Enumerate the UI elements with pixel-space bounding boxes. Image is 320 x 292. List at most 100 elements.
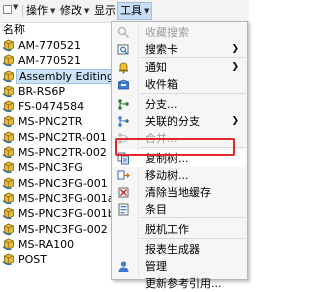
list-item[interactable]: AM-770521 — [0, 38, 124, 53]
toolbar: ▼ 操作▼ 修改▼ 显示▼ 工具▼ — [0, 0, 249, 23]
list-item[interactable]: MS-PNC3FG-001a — [0, 191, 124, 206]
list-item-name: MS-PNC3FG-001a — [18, 191, 115, 205]
list-item-name: MS-PNC2TR-001 — [18, 130, 107, 144]
menu-item-label: 搜索卡 — [145, 43, 178, 56]
list-item[interactable]: MS-PNC2TR-001 — [0, 130, 124, 145]
menu-item-label: 分支... — [145, 98, 178, 111]
menu-item-item-14[interactable]: 更新参考引用... — [114, 275, 245, 292]
list-item[interactable]: Assembly Editing — [0, 68, 124, 84]
menu-item-notification[interactable]: 通知 ❯ — [114, 59, 245, 76]
menu-item-branch[interactable]: 分支... — [114, 96, 245, 113]
list-item[interactable]: MS-PNC3FG — [0, 160, 124, 175]
menu-item-label: 收件箱 — [145, 78, 178, 91]
part-icon — [2, 115, 15, 128]
menu-display-label: 显示 — [94, 4, 116, 17]
menu-item-entry[interactable]: 条目 — [114, 201, 245, 218]
part-icon — [2, 54, 15, 67]
part-list: AM-770521 AM-770521 Assembly Editing BR-RS6… — [0, 38, 124, 267]
menu-separator — [141, 238, 245, 239]
menu-item-label: 通知 — [145, 61, 167, 74]
menu-item-admin[interactable]: 管理 — [114, 258, 245, 275]
menu-tools[interactable]: 工具 ▼ — [117, 2, 153, 20]
menu-item-search-card[interactable]: 搜索卡 ❯ — [114, 41, 245, 58]
part-icon — [2, 131, 15, 143]
part-icon — [2, 85, 15, 97]
menu-item-favorite-search: 收藏搜索 — [114, 24, 245, 41]
menu-item-label: 清除当地缓存 — [145, 186, 211, 199]
menu-item-label: 收藏搜索 — [145, 26, 189, 39]
list-item-name: MS-PNC2TR — [18, 115, 83, 129]
part-icon — [2, 192, 15, 205]
list-item-name: Assembly Editing — [16, 68, 117, 84]
list-item[interactable]: BR-RS6P — [0, 84, 124, 99]
list-item[interactable]: MS-PNC2TR-002 — [0, 145, 124, 160]
list-item[interactable]: MS-PNC2TR — [0, 114, 124, 129]
toolbar-divider — [22, 5, 23, 17]
list-item-name: MS-PNC3FG — [18, 161, 83, 175]
notification-icon — [119, 62, 128, 74]
list-item[interactable]: POST — [0, 252, 124, 267]
related-branch-icon — [118, 116, 129, 127]
select-caret-icon[interactable]: ▼ — [13, 3, 18, 11]
part-icon — [2, 69, 15, 82]
menu-item-inbox[interactable]: 收件箱 — [114, 76, 245, 93]
list-item[interactable]: MS-PNC3FG-001 — [0, 176, 124, 191]
list-item[interactable]: MS-RA100 — [0, 237, 124, 252]
menu-actions-label: 操作 — [26, 4, 48, 17]
clear-cache-icon — [118, 187, 129, 198]
submenu-arrow-icon: ❯ — [231, 44, 239, 54]
part-icon — [2, 39, 15, 52]
menu-item-label: 关联的分支 — [145, 115, 200, 128]
menu-actions-caret-icon: ▼ — [50, 7, 56, 15]
menu-item-item-12[interactable]: 报表生成器 — [114, 241, 245, 258]
part-icon — [2, 100, 15, 113]
menu-item-label: 管理 — [145, 260, 167, 273]
list-item[interactable]: AM-770521 — [0, 53, 124, 68]
part-icon — [2, 146, 15, 159]
list-item-name: AM-770521 — [18, 54, 81, 68]
part-icon — [2, 161, 15, 174]
admin-icon — [118, 261, 129, 272]
list-item-name: MS-PNC3FG-002 — [18, 222, 108, 236]
menu-item-label: 报表生成器 — [145, 243, 200, 256]
menu-tools-caret-icon: ▼ — [144, 7, 150, 15]
list-item[interactable]: FS-0474584 — [0, 99, 124, 114]
move-tree-icon — [117, 170, 130, 180]
menu-item-related-branch[interactable]: 关联的分支 ❯ — [114, 113, 245, 130]
list-item-name: MS-PNC3FG-001b — [18, 207, 115, 221]
select-all-checkbox[interactable] — [3, 5, 12, 14]
submenu-arrow-icon: ❯ — [231, 116, 239, 126]
part-icon — [2, 177, 15, 189]
menu-item-label: 条目 — [145, 203, 167, 216]
part-icon — [2, 207, 15, 220]
list-item-name: MS-PNC3FG-001 — [18, 176, 108, 190]
list-item-name: FS-0474584 — [18, 100, 85, 114]
menu-item-label: 更新参考引用... — [145, 277, 222, 290]
entry-icon — [118, 203, 129, 216]
menu-item-move-tree[interactable]: 移动树... — [114, 167, 245, 184]
menu-item-label: 移动树... — [145, 169, 189, 182]
list-item-name: POST — [18, 253, 47, 267]
list-item-name: AM-770521 — [18, 39, 81, 52]
list-item-name: MS-PNC2TR-002 — [18, 146, 107, 160]
favorite-search-icon — [117, 26, 130, 39]
list-item-name: MS-RA100 — [18, 237, 75, 251]
menu-modify-caret-icon: ▼ — [84, 7, 90, 15]
list-item-name: BR-RS6P — [18, 84, 65, 98]
list-item[interactable]: MS-PNC3FG-001b — [0, 206, 124, 221]
branch-icon — [118, 99, 129, 110]
name-column-header[interactable]: 名称 — [0, 23, 123, 37]
inbox-icon — [118, 79, 129, 90]
menu-modify-label: 修改 — [60, 4, 82, 17]
menu-actions[interactable]: 操作 ▼ — [24, 3, 57, 19]
menu-modify[interactable]: 修改 ▼ — [58, 3, 91, 19]
part-icon — [2, 238, 15, 250]
copy-tree-highlight — [115, 138, 235, 156]
menu-item-label: 脱机工作 — [145, 223, 189, 236]
menu-item-clear-cache[interactable]: 清除当地缓存 — [114, 184, 245, 201]
search-card-icon — [117, 44, 129, 55]
list-item[interactable]: MS-PNC3FG-002 — [0, 222, 124, 237]
menu-item-item-11[interactable]: 脱机工作 — [114, 221, 245, 238]
part-icon — [2, 222, 15, 235]
part-icon — [2, 253, 15, 266]
